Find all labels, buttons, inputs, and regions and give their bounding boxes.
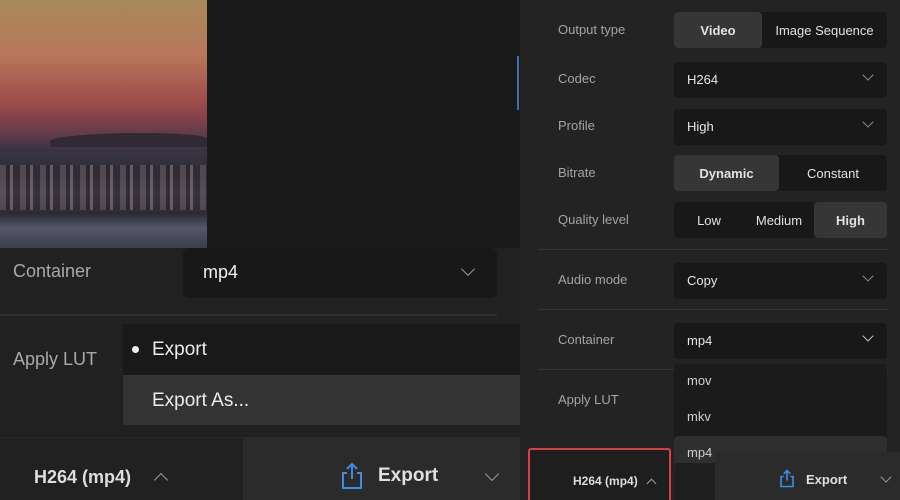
export-button[interactable]: Export — [243, 437, 520, 500]
preview-waves — [0, 165, 207, 210]
bitrate-toggle: Dynamic Constant — [674, 155, 887, 191]
quality-medium[interactable]: Medium — [744, 202, 814, 238]
container-select[interactable]: mp4 — [674, 323, 887, 359]
format-button-label: H264 (mp4) — [573, 474, 638, 488]
divider — [0, 314, 497, 316]
chevron-down-icon[interactable] — [484, 466, 500, 482]
export-menu: Export Export As... — [123, 324, 520, 425]
container-label: Container — [558, 332, 615, 347]
apply-lut-label: Apply LUT — [558, 392, 619, 407]
profile-value: High — [687, 119, 714, 134]
selected-bullet-icon — [132, 346, 139, 353]
format-button[interactable]: H264 (mp4) — [0, 437, 243, 500]
container-value: mp4 — [687, 333, 713, 348]
option-label: mov — [687, 373, 712, 388]
quality-low[interactable]: Low — [674, 202, 744, 238]
audio-mode-select[interactable]: Copy — [674, 263, 887, 299]
menu-item-label: Export — [152, 339, 207, 360]
toolbar-gap — [675, 463, 715, 500]
scrollbar[interactable] — [517, 56, 519, 110]
output-type-video[interactable]: Video — [674, 12, 762, 48]
format-button-label: H264 (mp4) — [34, 467, 132, 487]
container-option-mov[interactable]: mov — [674, 364, 887, 398]
chevron-down-icon — [862, 69, 874, 81]
profile-select[interactable]: High — [674, 109, 887, 145]
codec-label: Codec — [558, 71, 596, 86]
apply-lut-label: Apply LUT — [13, 349, 98, 369]
export-button-label: Export — [378, 465, 439, 486]
preview-area — [207, 0, 520, 248]
quality-high[interactable]: High — [814, 202, 887, 238]
container-select[interactable]: mp4 — [183, 248, 497, 298]
output-type-label: Output type — [558, 22, 626, 37]
audio-mode-label: Audio mode — [558, 272, 628, 287]
chevron-down-icon — [862, 330, 874, 342]
menu-item-label: Export As... — [152, 390, 250, 411]
export-settings-panel: Output type Video Image Sequence Codec H… — [520, 0, 900, 500]
share-export-icon — [340, 462, 364, 495]
zoomed-export-view: Container mp4 Apply LUT Export Export As… — [0, 0, 520, 500]
audio-mode-value: Copy — [687, 273, 718, 288]
bitrate-constant[interactable]: Constant — [779, 155, 887, 191]
preview-island — [50, 133, 207, 147]
menu-item-export-as[interactable]: Export As... — [123, 375, 520, 425]
output-type-toggle: Video Image Sequence — [674, 12, 887, 48]
chevron-down-icon — [862, 270, 874, 282]
quality-level-toggle: Low Medium High — [674, 202, 887, 238]
format-button[interactable]: H264 (mp4) — [528, 448, 671, 500]
share-export-icon — [779, 469, 795, 493]
container-value: mp4 — [203, 262, 239, 282]
video-preview-thumbnail — [0, 0, 207, 248]
chevron-down-icon — [460, 261, 476, 277]
profile-label: Profile — [558, 118, 595, 133]
chevron-down-icon[interactable] — [880, 471, 892, 483]
chevron-down-icon — [862, 116, 874, 128]
output-type-image-sequence[interactable]: Image Sequence — [762, 12, 887, 48]
option-label: mkv — [687, 409, 711, 424]
container-option-mkv[interactable]: mkv — [674, 400, 887, 434]
divider — [538, 309, 888, 310]
divider — [538, 249, 888, 250]
bitrate-dynamic[interactable]: Dynamic — [674, 155, 779, 191]
container-label: Container — [13, 261, 92, 281]
option-label: mp4 — [687, 445, 713, 460]
export-button-label: Export — [806, 472, 848, 487]
chevron-up-icon — [646, 478, 657, 489]
export-button[interactable]: Export — [715, 452, 900, 500]
codec-value: H264 — [687, 72, 719, 87]
quality-level-label: Quality level — [558, 212, 629, 227]
bitrate-label: Bitrate — [558, 165, 596, 180]
menu-item-export[interactable]: Export — [123, 324, 520, 375]
chevron-up-icon — [153, 472, 169, 488]
codec-select[interactable]: H264 — [674, 62, 887, 98]
